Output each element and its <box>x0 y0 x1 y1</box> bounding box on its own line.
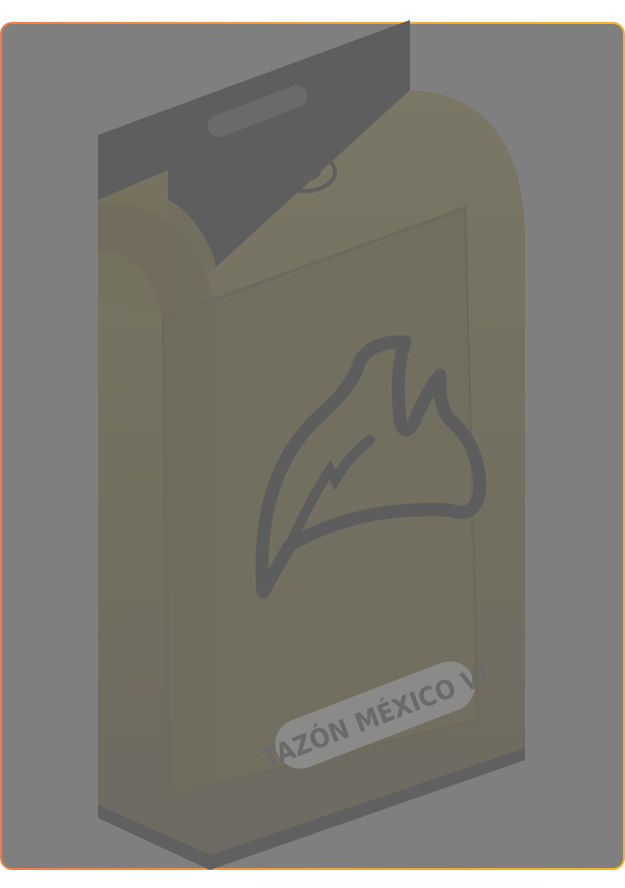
product-illustration: TAZÓN MÉXICO VI <box>0 0 625 888</box>
product-box-svg: TAZÓN MÉXICO VI <box>98 20 525 870</box>
